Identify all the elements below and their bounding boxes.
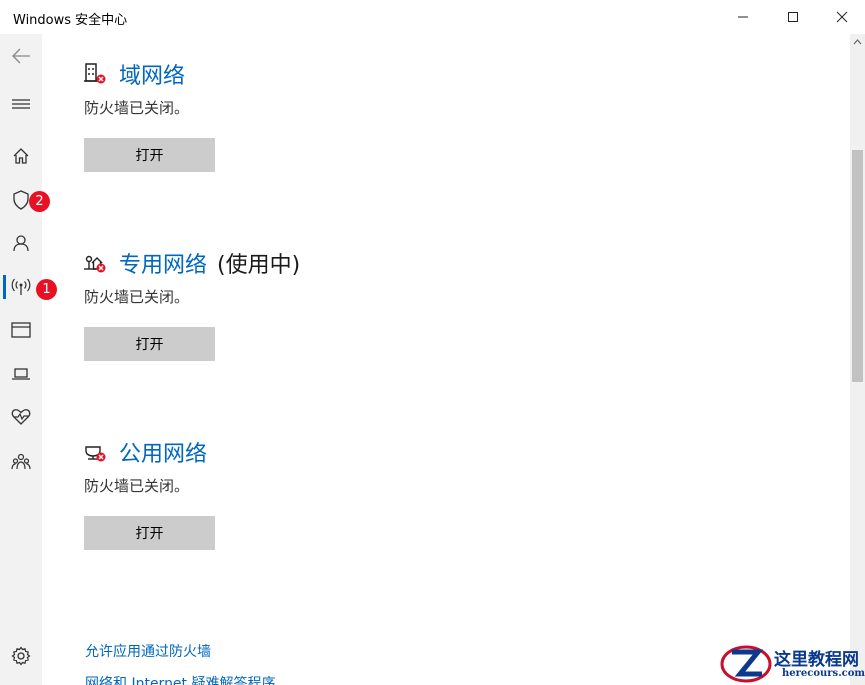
minimize-button[interactable] [719, 0, 767, 34]
sidebar-item-account[interactable] [0, 223, 42, 263]
settings-button[interactable] [0, 636, 42, 676]
network-troubleshooter-link[interactable]: 网络和 Internet 疑难解答程序 [85, 673, 276, 685]
domain-network-open-button[interactable]: 打开 [84, 138, 215, 172]
sidebar-item-device-health[interactable] [0, 397, 42, 437]
sidebar-item-home[interactable] [0, 136, 42, 176]
device-laptop-icon [12, 368, 30, 380]
home-icon [13, 148, 29, 164]
watermark-subtext: herecours.com [782, 668, 865, 679]
domain-network-status: 防火墙已关闭。 [84, 99, 190, 117]
account-icon [13, 235, 29, 252]
watermark-text: 这里教程网 [774, 650, 859, 670]
sidebar-item-family[interactable] [0, 442, 42, 482]
public-network-status: 防火墙已关闭。 [84, 477, 190, 495]
scroll-up-button[interactable] [850, 34, 865, 50]
private-network-open-button[interactable]: 打开 [84, 327, 215, 361]
domain-network-link[interactable]: 域网络 [119, 58, 185, 90]
settings-gear-icon [11, 646, 31, 666]
app-browser-icon [11, 322, 31, 338]
shield-icon [13, 190, 29, 210]
public-network-open-button[interactable]: 打开 [84, 516, 215, 550]
sidebar-item-device-security[interactable] [0, 354, 42, 394]
allow-app-through-firewall-link[interactable]: 允许应用通过防火墙 [85, 641, 211, 661]
domain-network-section: 域网络 防火墙已关闭。 打开 [84, 58, 215, 172]
private-network-warning-icon [84, 251, 108, 275]
watermark: 这里教程网 herecours.com [716, 640, 865, 685]
vertical-scrollbar[interactable] [850, 34, 865, 685]
sidebar-item-app-browser[interactable] [0, 310, 42, 350]
back-button[interactable] [0, 36, 42, 76]
private-network-status: 防火墙已关闭。 [84, 288, 190, 306]
title-bar: Windows 安全中心 [0, 0, 865, 34]
sidebar-nav: 2 1 [0, 34, 57, 685]
private-network-section: 专用网络 (使用中) 防火墙已关闭。 打开 [84, 247, 300, 361]
back-arrow-icon [12, 48, 30, 64]
family-icon [11, 453, 31, 470]
scroll-thumb[interactable] [852, 150, 863, 382]
public-network-link[interactable]: 公用网络 [119, 436, 207, 468]
window-title: Windows 安全中心 [13, 13, 128, 28]
public-network-section: 公用网络 防火墙已关闭。 打开 [84, 436, 215, 550]
domain-network-warning-icon [84, 62, 108, 86]
maximize-icon [788, 12, 798, 22]
menu-button[interactable] [0, 84, 42, 124]
close-button[interactable] [818, 0, 865, 34]
public-network-warning-icon [84, 440, 108, 464]
main-content: 域网络 防火墙已关闭。 打开 专用网络 (使用中) 防火墙已关闭。 打开 公用网… [42, 34, 850, 685]
minimize-icon [738, 16, 748, 18]
private-network-link[interactable]: 专用网络 [119, 247, 207, 279]
health-heart-icon [11, 409, 31, 425]
hamburger-menu-icon [12, 99, 30, 109]
watermark-logo-icon [720, 645, 772, 683]
chevron-up-icon [853, 39, 862, 45]
close-icon [836, 11, 848, 23]
maximize-button[interactable] [769, 0, 817, 34]
network-antenna-icon [11, 278, 31, 295]
in-use-label: (使用中) [217, 253, 301, 278]
